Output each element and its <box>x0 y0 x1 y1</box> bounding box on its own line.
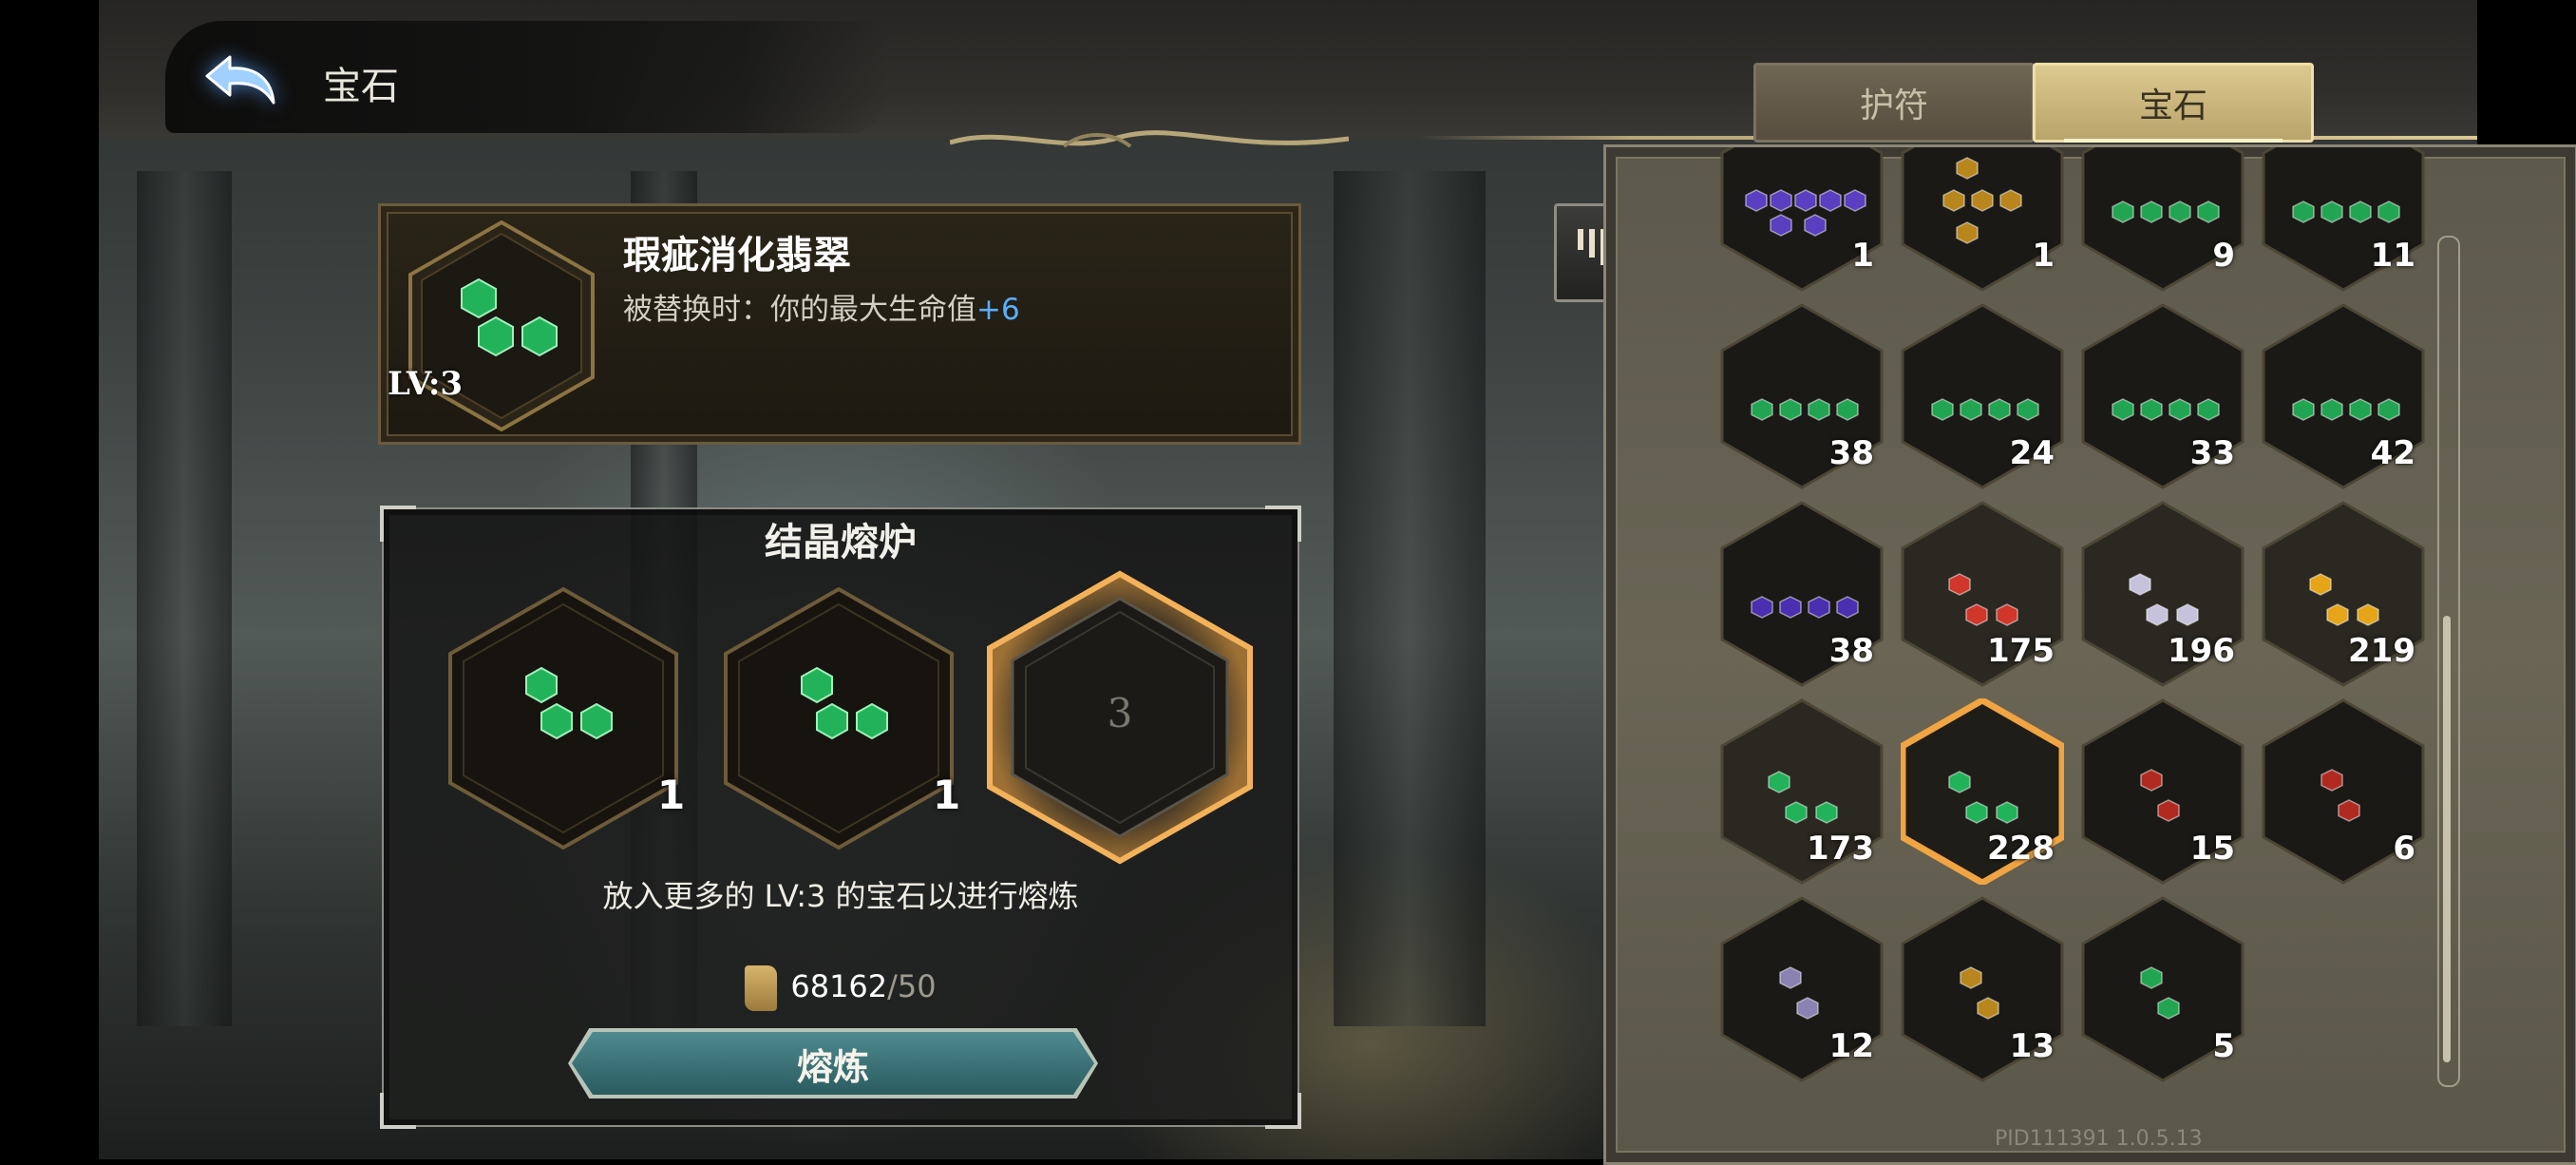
gem-count: 228 <box>1987 830 2055 868</box>
background-pillar <box>1334 171 1486 1026</box>
gem-effect-text: 被替换时：你的最大生命值 <box>623 293 976 327</box>
furnace-hint: 放入更多的 LV:3 的宝石以进行熔炼 <box>602 878 1079 914</box>
version-label: PID111391 1.0.5.13 <box>1995 1127 2203 1151</box>
gem-count: 219 <box>2348 632 2415 670</box>
ornament-vine <box>950 130 1349 148</box>
gem-name: 瑕疵消化翡翠 <box>623 233 851 277</box>
smelt-cost: 68162/50 <box>384 965 1297 1011</box>
furnace-slot-1[interactable] <box>445 585 682 851</box>
gem-count: 24 <box>2009 434 2055 472</box>
gem-count: 1 <box>2032 237 2055 275</box>
tab-gem[interactable]: 宝石 <box>2033 63 2314 143</box>
corner-ornament <box>1265 1093 1301 1129</box>
gem-count: 12 <box>1828 1027 1874 1065</box>
gem-count: 1 <box>1851 237 1874 275</box>
tab-amulet[interactable]: 护符 <box>1753 63 2035 143</box>
gem-count: 196 <box>2168 632 2235 670</box>
cost-have: 68162 <box>790 968 888 1004</box>
smelt-button[interactable]: 熔炼 <box>572 1032 1094 1095</box>
scroll-icon <box>745 965 778 1011</box>
gem-inventory-panel: 1 1 9 11 38 24 33 42 38 175 196 219 173 228 15 6 12 13 5 <box>1603 144 2576 1165</box>
gem-effect-value: +6 <box>976 293 1020 327</box>
slot-count: 1 <box>933 772 961 818</box>
cost-need: /50 <box>887 968 937 1004</box>
furnace-slot-2[interactable] <box>720 585 957 851</box>
furnace-title: 结晶熔炉 <box>765 520 917 564</box>
gem-count: 9 <box>2212 237 2235 275</box>
page-title: 宝石 <box>323 65 399 108</box>
crystal-furnace-panel: 结晶熔炉 1 1 3 放入更多的 LV:3 的宝石以进行熔炼 68162/50 … <box>380 506 1301 1129</box>
back-arrow-icon <box>205 55 275 105</box>
gem-count: 38 <box>1828 434 1874 472</box>
gem-count: 11 <box>2370 237 2415 275</box>
gem-count: 15 <box>2189 830 2235 868</box>
slot-count: 1 <box>657 772 686 818</box>
gem-level: LV:3 <box>388 365 464 403</box>
gem-count: 6 <box>2393 830 2415 868</box>
gem-count: 13 <box>2009 1027 2055 1065</box>
back-button[interactable] <box>194 42 289 118</box>
gem-effect: 被替换时：你的最大生命值+6 <box>623 285 1020 328</box>
gem-count: 33 <box>2189 434 2235 472</box>
gem-count: 5 <box>2212 1027 2235 1065</box>
gem-count: 38 <box>1828 632 1874 670</box>
corner-ornament <box>380 1093 416 1129</box>
gem-count: 42 <box>2370 434 2415 472</box>
slot-placeholder-level: 3 <box>1107 690 1133 736</box>
background-pillar <box>137 171 232 1026</box>
inventory-scroll-thumb[interactable] <box>2443 616 2451 1062</box>
gem-count: 173 <box>1807 830 1874 868</box>
gem-count: 175 <box>1987 632 2055 670</box>
